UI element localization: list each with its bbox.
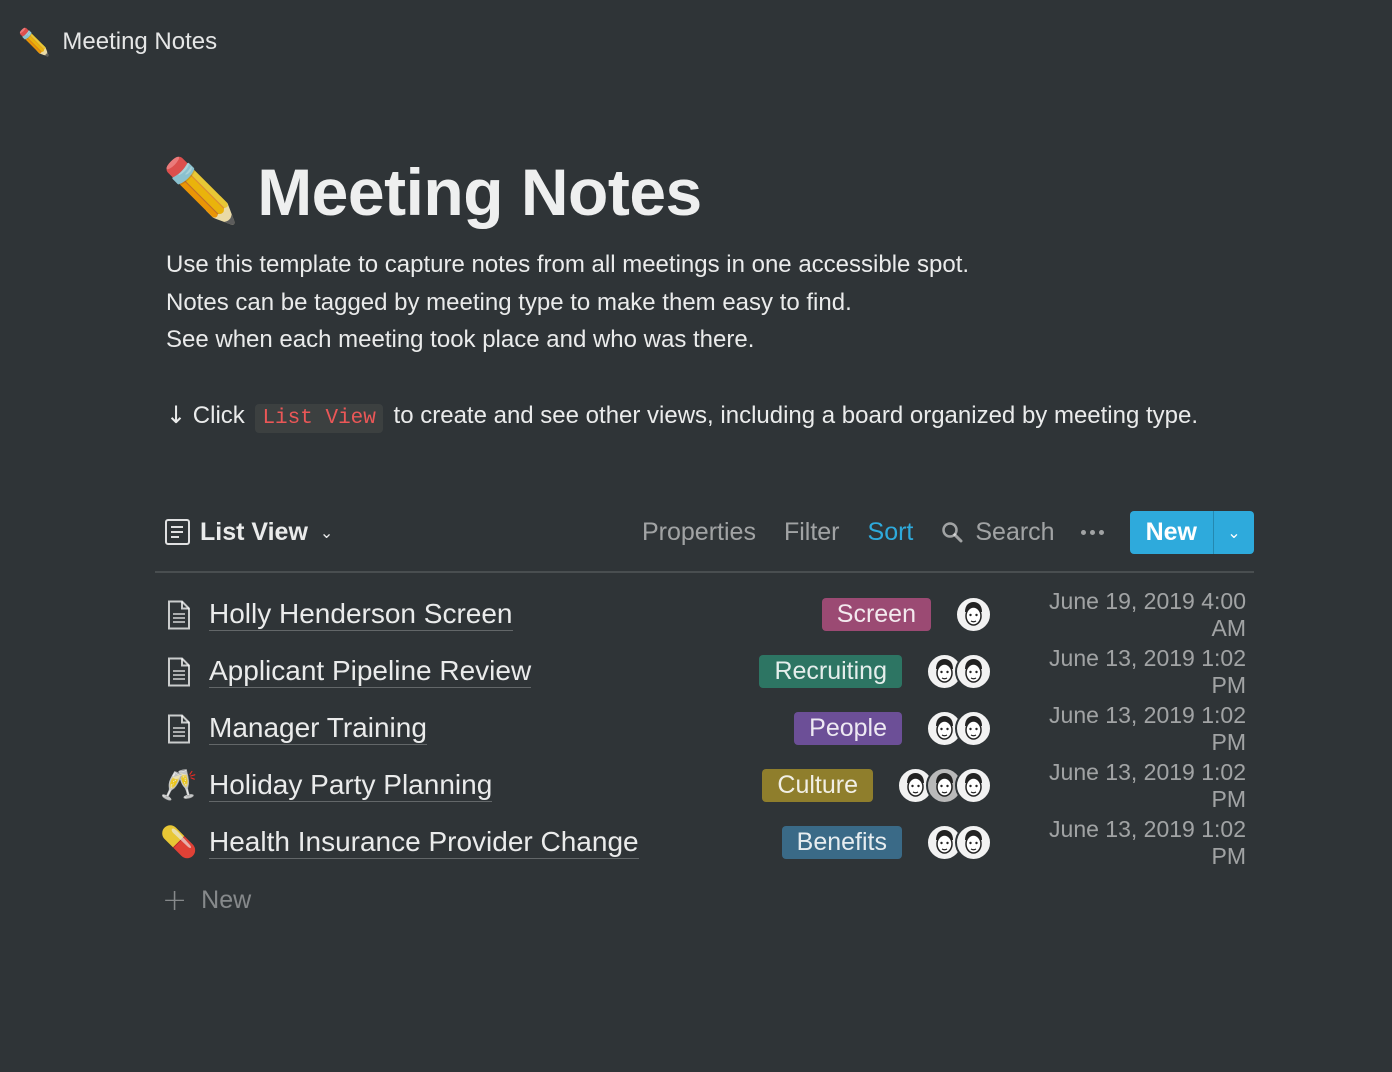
created-date: June 13, 2019 1:02 PM xyxy=(1049,701,1246,755)
toolbar-actions: Properties Filter Sort Search New ⌄ xyxy=(614,510,1254,554)
page-title[interactable]: Meeting Notes xyxy=(257,154,702,230)
page-description: Use this template to capture notes from … xyxy=(162,246,1254,359)
add-new-row-button[interactable]: + New xyxy=(162,880,251,920)
plus-icon: + xyxy=(162,882,188,918)
new-dropdown-chevron-icon[interactable]: ⌄ xyxy=(1213,510,1254,554)
document-icon[interactable] xyxy=(155,600,203,630)
avatar xyxy=(955,710,992,747)
created-date: June 13, 2019 1:02 PM xyxy=(1049,644,1246,698)
document-icon[interactable] xyxy=(155,714,203,744)
toolbar-divider xyxy=(155,571,1254,573)
pencil-icon: ✏️ xyxy=(18,27,51,57)
breadcrumb-title[interactable]: Meeting Notes xyxy=(62,28,217,56)
champagne-icon[interactable]: 🥂 xyxy=(155,768,203,803)
attendees[interactable] xyxy=(926,824,992,861)
list-item-title[interactable]: Manager Training xyxy=(209,712,427,745)
type-tag[interactable]: Screen xyxy=(821,598,931,631)
attendees[interactable] xyxy=(926,710,992,747)
title-row: ✏️ Meeting Notes xyxy=(162,150,1254,234)
breadcrumb[interactable]: ✏️ Meeting Notes xyxy=(18,22,217,62)
avatar xyxy=(955,767,992,804)
list-view: Holly Henderson Screen Screen June 19, 201… xyxy=(155,586,1254,871)
database-toolbar: List View ⌄ Properties Filter Sort Searc… xyxy=(162,508,1254,556)
search-icon xyxy=(942,522,963,543)
arrow-down-icon: ↓ xyxy=(166,400,187,429)
type-tag[interactable]: Benefits xyxy=(781,826,902,859)
avatar xyxy=(955,824,992,861)
list-item-title[interactable]: Health Insurance Provider Change xyxy=(209,826,639,859)
list-item-properties: Culture June 13, 2019 1:02 PM xyxy=(762,757,1246,814)
list-item[interactable]: Applicant Pipeline Review Recruiting June … xyxy=(155,643,1254,700)
filter-button[interactable]: Filter xyxy=(784,518,840,547)
created-date: June 13, 2019 1:02 PM xyxy=(1049,758,1246,812)
created-date: June 19, 2019 4:00 AM xyxy=(1049,587,1246,641)
view-hint: ↓ Click List View to create and see othe… xyxy=(162,396,1254,438)
list-item-title[interactable]: Holiday Party Planning xyxy=(209,769,493,802)
type-tag[interactable]: Culture xyxy=(762,769,873,802)
attendees[interactable] xyxy=(926,653,992,690)
search-label[interactable]: Search xyxy=(975,518,1054,547)
properties-button[interactable]: Properties xyxy=(642,518,756,547)
list-item-properties: Screen June 19, 2019 4:00 AM xyxy=(821,586,1246,643)
list-view-icon xyxy=(165,519,190,545)
more-options-icon[interactable] xyxy=(1080,529,1104,535)
created-date: June 13, 2019 1:02 PM xyxy=(1049,815,1246,869)
search-button[interactable]: Search xyxy=(941,518,1055,547)
list-item[interactable]: 💊 Health Insurance Provider Change Benefit… xyxy=(155,814,1254,871)
sort-button[interactable]: Sort xyxy=(868,518,914,547)
list-item-title[interactable]: Applicant Pipeline Review xyxy=(209,655,532,688)
attendees[interactable] xyxy=(955,596,992,633)
new-button-group: New ⌄ xyxy=(1129,510,1254,554)
new-button[interactable]: New xyxy=(1130,511,1213,554)
hint-after: to create and see other views, including… xyxy=(386,401,1199,429)
attendees[interactable] xyxy=(897,767,992,804)
view-switcher[interactable]: List View ⌄ xyxy=(162,518,333,547)
hint-code: List View xyxy=(255,403,383,433)
pill-icon[interactable]: 💊 xyxy=(155,825,203,860)
list-item-properties: Recruiting June 13, 2019 1:02 PM xyxy=(759,643,1246,700)
description-line: Notes can be tagged by meeting type to m… xyxy=(166,288,852,316)
type-tag[interactable]: Recruiting xyxy=(759,655,902,688)
page-icon[interactable]: ✏️ xyxy=(162,161,239,223)
list-item-properties: Benefits June 13, 2019 1:02 PM xyxy=(781,814,1246,871)
view-label[interactable]: List View xyxy=(200,518,308,547)
avatar xyxy=(955,596,992,633)
hint-before: Click xyxy=(192,401,252,429)
type-tag[interactable]: People xyxy=(794,712,902,745)
avatar xyxy=(955,653,992,690)
description-line: See when each meeting took place and who… xyxy=(166,326,755,353)
list-item-title[interactable]: Holly Henderson Screen xyxy=(209,598,513,631)
list-item[interactable]: 🥂 Holiday Party Planning Culture June 13, 2… xyxy=(155,757,1254,814)
chevron-down-icon[interactable]: ⌄ xyxy=(320,523,333,542)
page-header: ✏️ Meeting Notes Use this template to ca… xyxy=(162,150,1254,438)
list-item[interactable]: Holly Henderson Screen Screen June 19, 201… xyxy=(155,586,1254,643)
list-item-properties: People June 13, 2019 1:02 PM xyxy=(794,700,1246,757)
add-new-label: New xyxy=(201,885,252,914)
description-line: Use this template to capture notes from … xyxy=(166,251,970,278)
list-item[interactable]: Manager Training People June 13, 2019 1:02… xyxy=(155,700,1254,757)
document-icon[interactable] xyxy=(155,657,203,687)
